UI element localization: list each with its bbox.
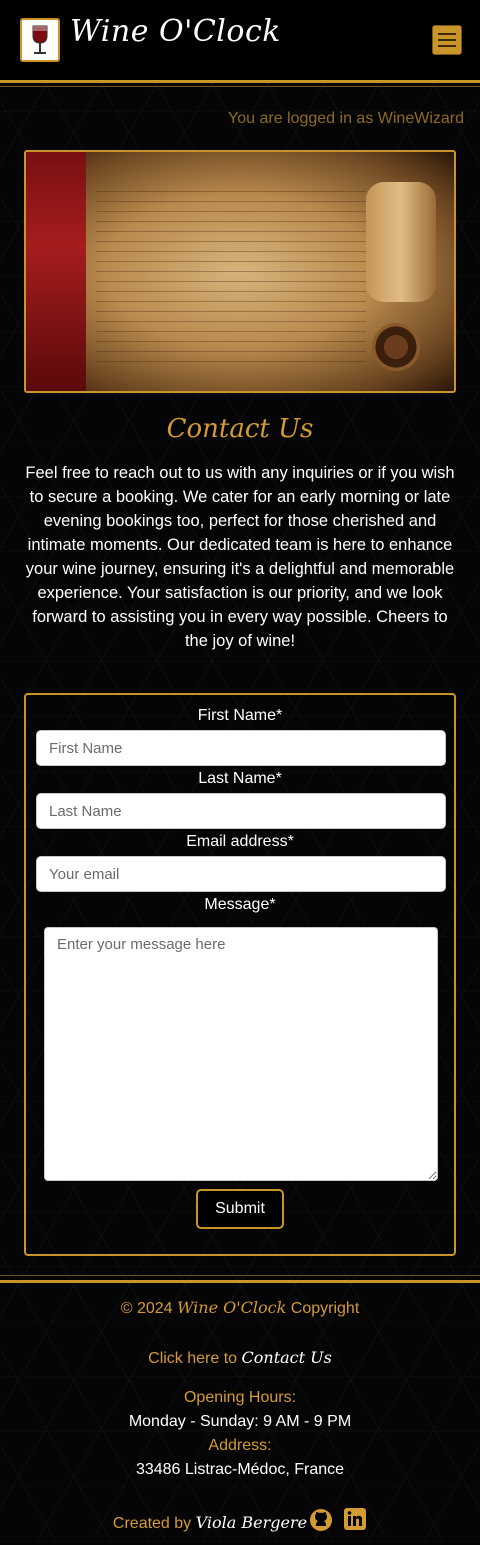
footer: © 2024 Wine O'Clock Copyright Click here… (0, 1275, 480, 1545)
email-input[interactable] (36, 856, 446, 892)
contact-us-link[interactable]: Contact Us (242, 1348, 332, 1367)
opening-hours-label: Opening Hours: (183, 1389, 297, 1406)
message-label: Message* (204, 896, 276, 913)
message-textarea[interactable] (44, 927, 438, 1181)
copyright-suffix: Copyright (290, 1300, 360, 1317)
last-name-input[interactable] (36, 793, 446, 829)
github-icon[interactable] (309, 1508, 333, 1532)
brand-title[interactable]: Wine O'Clock (70, 14, 281, 49)
page-title: Contact Us (166, 414, 314, 444)
email-label: Email address* (186, 833, 294, 850)
copyright-line: © 2024 Wine O'Clock Copyright (0, 1298, 480, 1318)
contact-line: Click here to Contact Us (0, 1348, 480, 1368)
copyright-prefix: © 2024 (120, 1300, 173, 1317)
linkedin-icon[interactable] (344, 1508, 368, 1532)
contact-intro-text: Feel free to reach out to us with any in… (25, 464, 455, 650)
created-by-line: Created by Viola Bergere (0, 1513, 450, 1533)
author-name: Viola Bergere (195, 1513, 308, 1532)
last-name-label: Last Name* (198, 770, 282, 787)
parchment-scroll-image (24, 150, 456, 393)
hamburger-menu-icon[interactable] (432, 25, 462, 55)
opening-hours-value: Monday - Sunday: 9 AM - 9 PM (128, 1413, 352, 1430)
address-value: 33486 Listrac-Médoc, France (135, 1461, 345, 1478)
first-name-input[interactable] (36, 730, 446, 766)
submit-button[interactable]: Submit (196, 1189, 284, 1229)
navbar: Wine O'Clock (0, 0, 480, 87)
contact-form: First Name* Last Name* Email address* Me… (24, 693, 456, 1256)
wine-glass-logo-icon[interactable] (20, 18, 60, 62)
contact-prefix: Click here to (148, 1350, 238, 1367)
address-label: Address: (208, 1437, 272, 1454)
first-name-label: First Name* (197, 707, 283, 724)
created-prefix: Created by (112, 1515, 192, 1532)
copyright-brand: Wine O'Clock (177, 1298, 287, 1317)
logged-in-status: You are logged in as WineWizard (228, 110, 464, 127)
